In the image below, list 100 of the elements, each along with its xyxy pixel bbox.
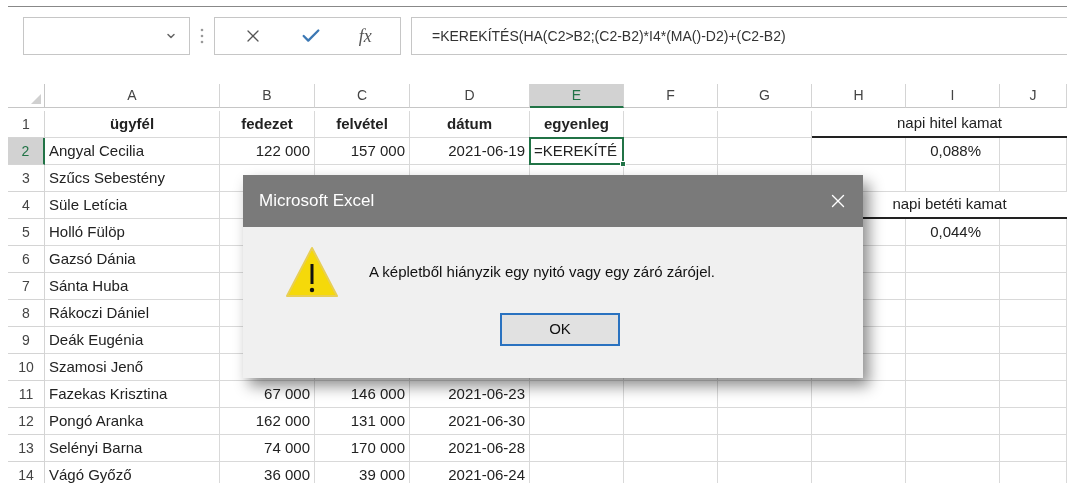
row-header[interactable]: 12	[8, 408, 45, 435]
table-cell[interactable]	[1000, 300, 1067, 327]
table-cell[interactable]	[1000, 273, 1067, 300]
table-cell[interactable]: 170 000	[315, 435, 410, 462]
table-cell[interactable]	[624, 138, 718, 165]
table-cell[interactable]: 2021-06-24	[410, 462, 530, 483]
table-cell[interactable]	[906, 273, 1000, 300]
table-cell[interactable]	[530, 381, 624, 408]
row-header[interactable]: 11	[8, 381, 45, 408]
table-cell[interactable]	[1000, 381, 1067, 408]
column-header[interactable]: H	[812, 84, 906, 108]
table-cell[interactable]: Holló Fülöp	[45, 219, 220, 246]
table-cell[interactable]: Angyal Cecilia	[45, 138, 220, 165]
table-cell[interactable]: 2021-06-23	[410, 381, 530, 408]
table-cell[interactable]	[812, 381, 906, 408]
table-cell[interactable]: Vágó Győző	[45, 462, 220, 483]
table-cell[interactable]: 0,044%	[906, 219, 1000, 246]
column-header[interactable]: A	[45, 84, 220, 108]
table-cell[interactable]: Szűcs Sebestény	[45, 165, 220, 192]
formula-field[interactable]: =KEREKÍTÉS(HA(C2>B2;(C2-B2)*I4*(MA()-D2)+(C2-B2)	[411, 17, 1067, 55]
column-header[interactable]: C	[315, 84, 410, 108]
table-cell[interactable]	[1000, 354, 1067, 381]
ok-button[interactable]: OK	[500, 313, 620, 346]
row-header[interactable]: 6	[8, 246, 45, 273]
table-cell[interactable]: 2021-06-30	[410, 408, 530, 435]
row-header[interactable]: 13	[8, 435, 45, 462]
table-cell[interactable]	[906, 246, 1000, 273]
column-header[interactable]: G	[718, 84, 812, 108]
table-cell[interactable]: Deák Eugénia	[45, 327, 220, 354]
column-header[interactable]: D	[410, 84, 530, 108]
table-cell[interactable]: 131 000	[315, 408, 410, 435]
merged-cell[interactable]: napi hitel kamat	[812, 111, 1067, 138]
table-cell[interactable]: dátum	[410, 111, 530, 138]
table-cell[interactable]: egyenleg	[530, 111, 624, 138]
table-cell[interactable]	[1000, 408, 1067, 435]
column-header[interactable]: B	[220, 84, 315, 108]
row-header[interactable]: 4	[8, 192, 45, 219]
table-cell[interactable]	[1000, 219, 1067, 246]
table-cell[interactable]: 146 000	[315, 381, 410, 408]
column-header[interactable]: I	[906, 84, 1000, 108]
table-cell[interactable]: ügyfél	[45, 111, 220, 138]
table-cell[interactable]: 39 000	[315, 462, 410, 483]
table-cell[interactable]: Pongó Aranka	[45, 408, 220, 435]
table-cell[interactable]	[1000, 165, 1067, 192]
row-header[interactable]: 7	[8, 273, 45, 300]
table-cell[interactable]: fedezet	[220, 111, 315, 138]
column-header[interactable]: F	[624, 84, 718, 108]
table-cell[interactable]	[530, 435, 624, 462]
table-cell[interactable]	[906, 300, 1000, 327]
table-cell[interactable]: Fazekas Krisztina	[45, 381, 220, 408]
table-cell[interactable]: Szamosi Jenő	[45, 354, 220, 381]
table-cell[interactable]: 36 000	[220, 462, 315, 483]
table-cell[interactable]: Gazsó Dánia	[45, 246, 220, 273]
table-cell[interactable]: =KEREKÍTÉ	[530, 138, 624, 165]
table-cell[interactable]	[718, 111, 812, 138]
row-header[interactable]: 10	[8, 354, 45, 381]
insert-function-button[interactable]: fx	[358, 22, 372, 50]
table-cell[interactable]	[1000, 246, 1067, 273]
table-cell[interactable]	[812, 435, 906, 462]
table-cell[interactable]	[718, 435, 812, 462]
table-cell[interactable]	[906, 354, 1000, 381]
row-header[interactable]: 1	[8, 111, 45, 138]
row-header[interactable]: 3	[8, 165, 45, 192]
table-cell[interactable]: 157 000	[315, 138, 410, 165]
row-header[interactable]: 8	[8, 300, 45, 327]
table-cell[interactable]	[624, 111, 718, 138]
table-cell[interactable]	[812, 138, 906, 165]
table-cell[interactable]	[1000, 138, 1067, 165]
table-cell[interactable]	[906, 165, 1000, 192]
table-cell[interactable]	[624, 381, 718, 408]
row-header[interactable]: 2	[8, 138, 45, 165]
table-cell[interactable]	[906, 327, 1000, 354]
table-cell[interactable]	[530, 408, 624, 435]
table-cell[interactable]	[624, 408, 718, 435]
table-cell[interactable]: Selényi Barna	[45, 435, 220, 462]
table-cell[interactable]: Rákoczi Dániel	[45, 300, 220, 327]
select-all-icon[interactable]	[31, 94, 41, 104]
table-cell[interactable]: 67 000	[220, 381, 315, 408]
table-cell[interactable]: 0,088%	[906, 138, 1000, 165]
table-cell[interactable]	[1000, 435, 1067, 462]
column-header[interactable]: E	[530, 84, 624, 108]
table-cell[interactable]: Süle Letícia	[45, 192, 220, 219]
table-cell[interactable]	[718, 408, 812, 435]
table-cell[interactable]	[718, 138, 812, 165]
table-cell[interactable]: 162 000	[220, 408, 315, 435]
table-cell[interactable]: felvétel	[315, 111, 410, 138]
table-cell[interactable]: 2021-06-28	[410, 435, 530, 462]
row-header[interactable]: 9	[8, 327, 45, 354]
column-header[interactable]: J	[1000, 84, 1067, 108]
row-header[interactable]: 5	[8, 219, 45, 246]
table-cell[interactable]	[812, 408, 906, 435]
table-cell[interactable]: Sánta Huba	[45, 273, 220, 300]
table-cell[interactable]: 74 000	[220, 435, 315, 462]
table-cell[interactable]	[906, 408, 1000, 435]
table-cell[interactable]: 2021-06-19	[410, 138, 530, 165]
table-cell[interactable]: 122 000	[220, 138, 315, 165]
table-cell[interactable]	[906, 381, 1000, 408]
table-cell[interactable]	[624, 435, 718, 462]
table-cell[interactable]	[906, 435, 1000, 462]
table-cell[interactable]	[1000, 327, 1067, 354]
